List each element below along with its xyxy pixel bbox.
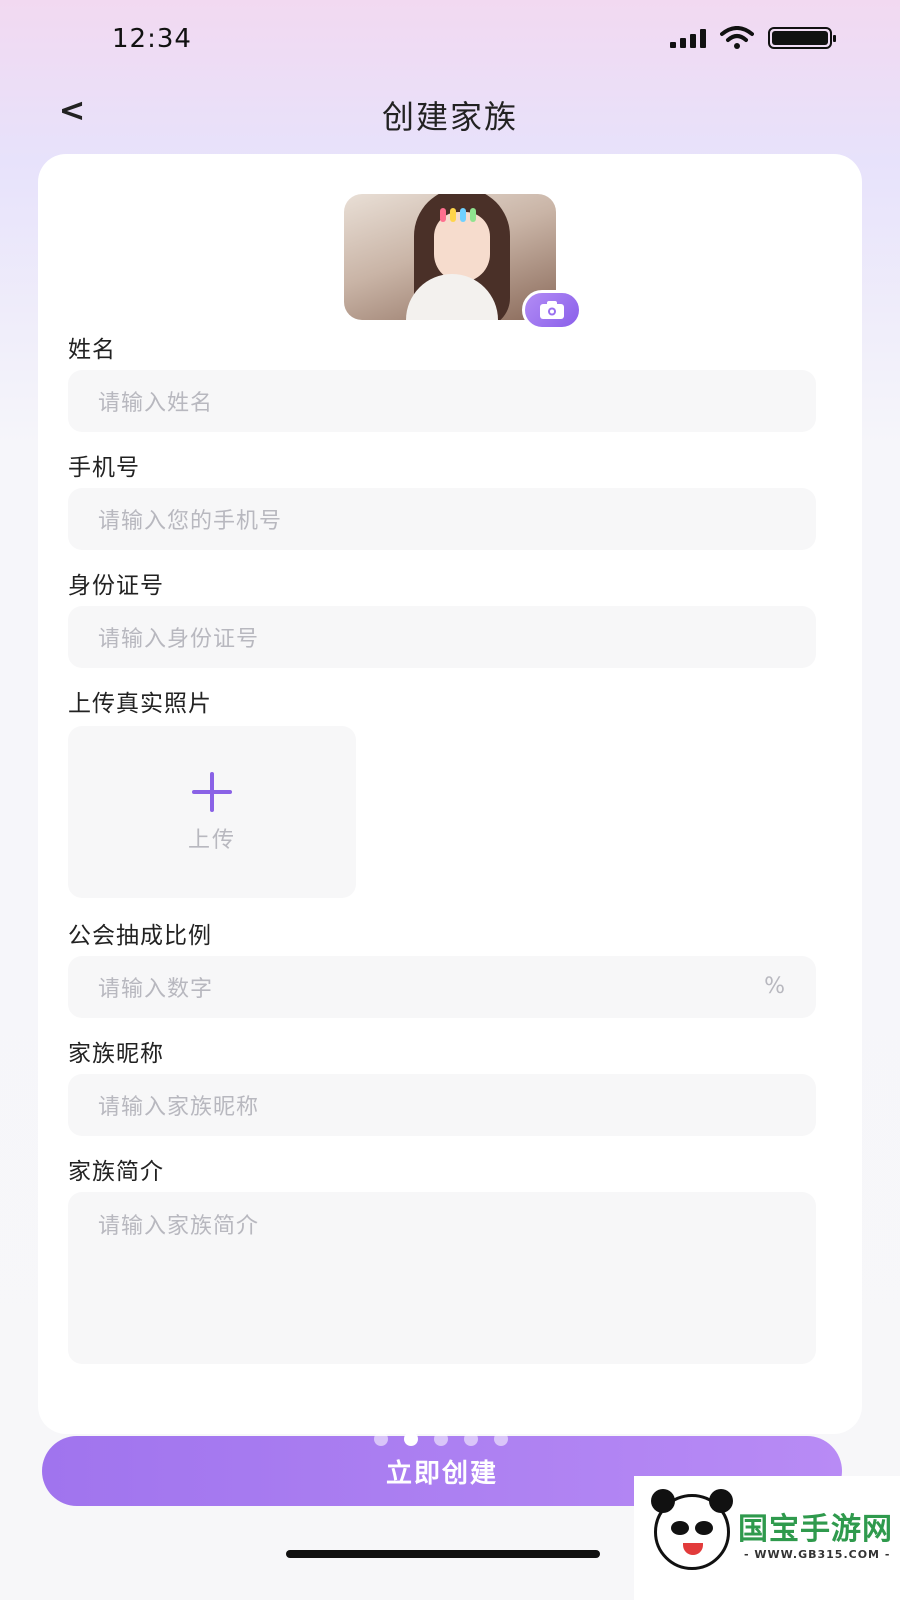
intro-textarea[interactable]: 请输入家族简介 xyxy=(68,1192,816,1364)
commission-placeholder: 请输入数字 xyxy=(98,977,214,1002)
panda-logo-icon xyxy=(651,1489,733,1570)
upload-text: 上传 xyxy=(187,828,236,853)
phone-label: 手机号 xyxy=(68,455,140,481)
nickname-input[interactable]: 请输入家族昵称 xyxy=(68,1074,816,1136)
name-placeholder: 请输入姓名 xyxy=(98,391,214,416)
avatar-picker[interactable] xyxy=(344,194,582,330)
photo-label: 上传真实照片 xyxy=(68,691,212,717)
id-number-placeholder: 请输入身份证号 xyxy=(98,627,260,652)
home-indicator[interactable] xyxy=(286,1550,600,1558)
phone-placeholder: 请输入您的手机号 xyxy=(98,509,283,534)
commission-label: 公会抽成比例 xyxy=(68,923,212,949)
carousel-dot[interactable] xyxy=(434,1432,448,1446)
nickname-label: 家族昵称 xyxy=(68,1041,164,1067)
id-number-label: 身份证号 xyxy=(68,573,164,599)
photo-upload-button[interactable]: 上传 xyxy=(68,726,356,898)
page-title: 创建家族 xyxy=(381,98,518,136)
phone-input[interactable]: 请输入您的手机号 xyxy=(68,488,816,550)
signal-icon xyxy=(670,28,706,48)
carousel-dot[interactable] xyxy=(494,1432,508,1446)
watermark-url: - WWW.GB315.COM - xyxy=(744,1548,891,1561)
status-icons xyxy=(670,26,836,50)
id-number-input[interactable]: 请输入身份证号 xyxy=(68,606,816,668)
status-time: 12:34 xyxy=(112,24,192,54)
carousel-dot[interactable] xyxy=(464,1432,478,1446)
watermark-brand: 国宝手游网 xyxy=(738,1512,893,1547)
carousel-dot[interactable] xyxy=(374,1432,388,1446)
carousel-indicator xyxy=(374,1432,508,1446)
nav-bar: < 创建家族 xyxy=(0,82,900,142)
name-input[interactable]: 请输入姓名 xyxy=(68,370,816,432)
plus-icon xyxy=(192,772,232,812)
intro-placeholder: 请输入家族简介 xyxy=(98,1214,260,1239)
intro-label: 家族简介 xyxy=(68,1159,164,1185)
camera-icon[interactable] xyxy=(522,290,582,330)
status-bar: 12:34 xyxy=(0,0,900,80)
watermark: 国宝手游网 - WWW.GB315.COM - xyxy=(634,1476,900,1600)
wifi-icon xyxy=(720,26,754,49)
form-card: 姓名 请输入姓名 手机号 请输入您的手机号 身份证号 请输入身份证号 上传真实照… xyxy=(38,154,862,1434)
carousel-dot-active[interactable] xyxy=(404,1432,418,1446)
percent-suffix: % xyxy=(764,974,786,999)
name-label: 姓名 xyxy=(68,337,116,363)
nickname-placeholder: 请输入家族昵称 xyxy=(98,1095,260,1120)
battery-icon xyxy=(768,27,836,49)
commission-input[interactable]: 请输入数字 % xyxy=(68,956,816,1018)
